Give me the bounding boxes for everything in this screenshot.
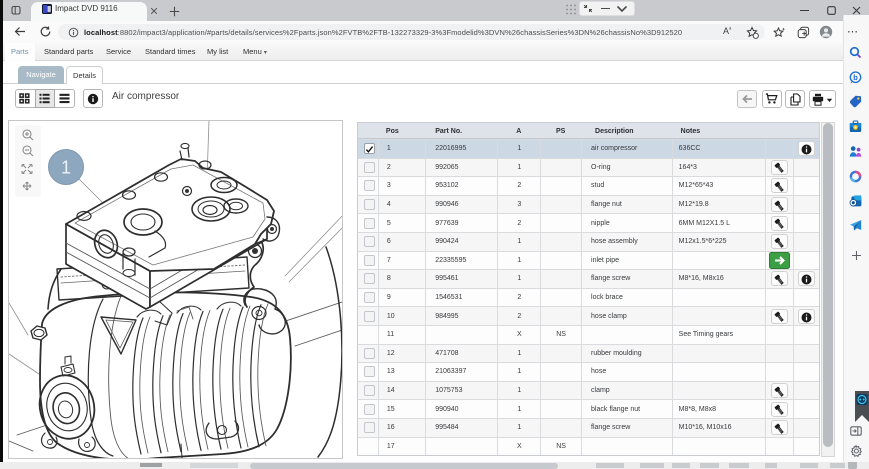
svg-text:b: b bbox=[853, 73, 858, 82]
svg-text:1: 1 bbox=[61, 158, 71, 178]
